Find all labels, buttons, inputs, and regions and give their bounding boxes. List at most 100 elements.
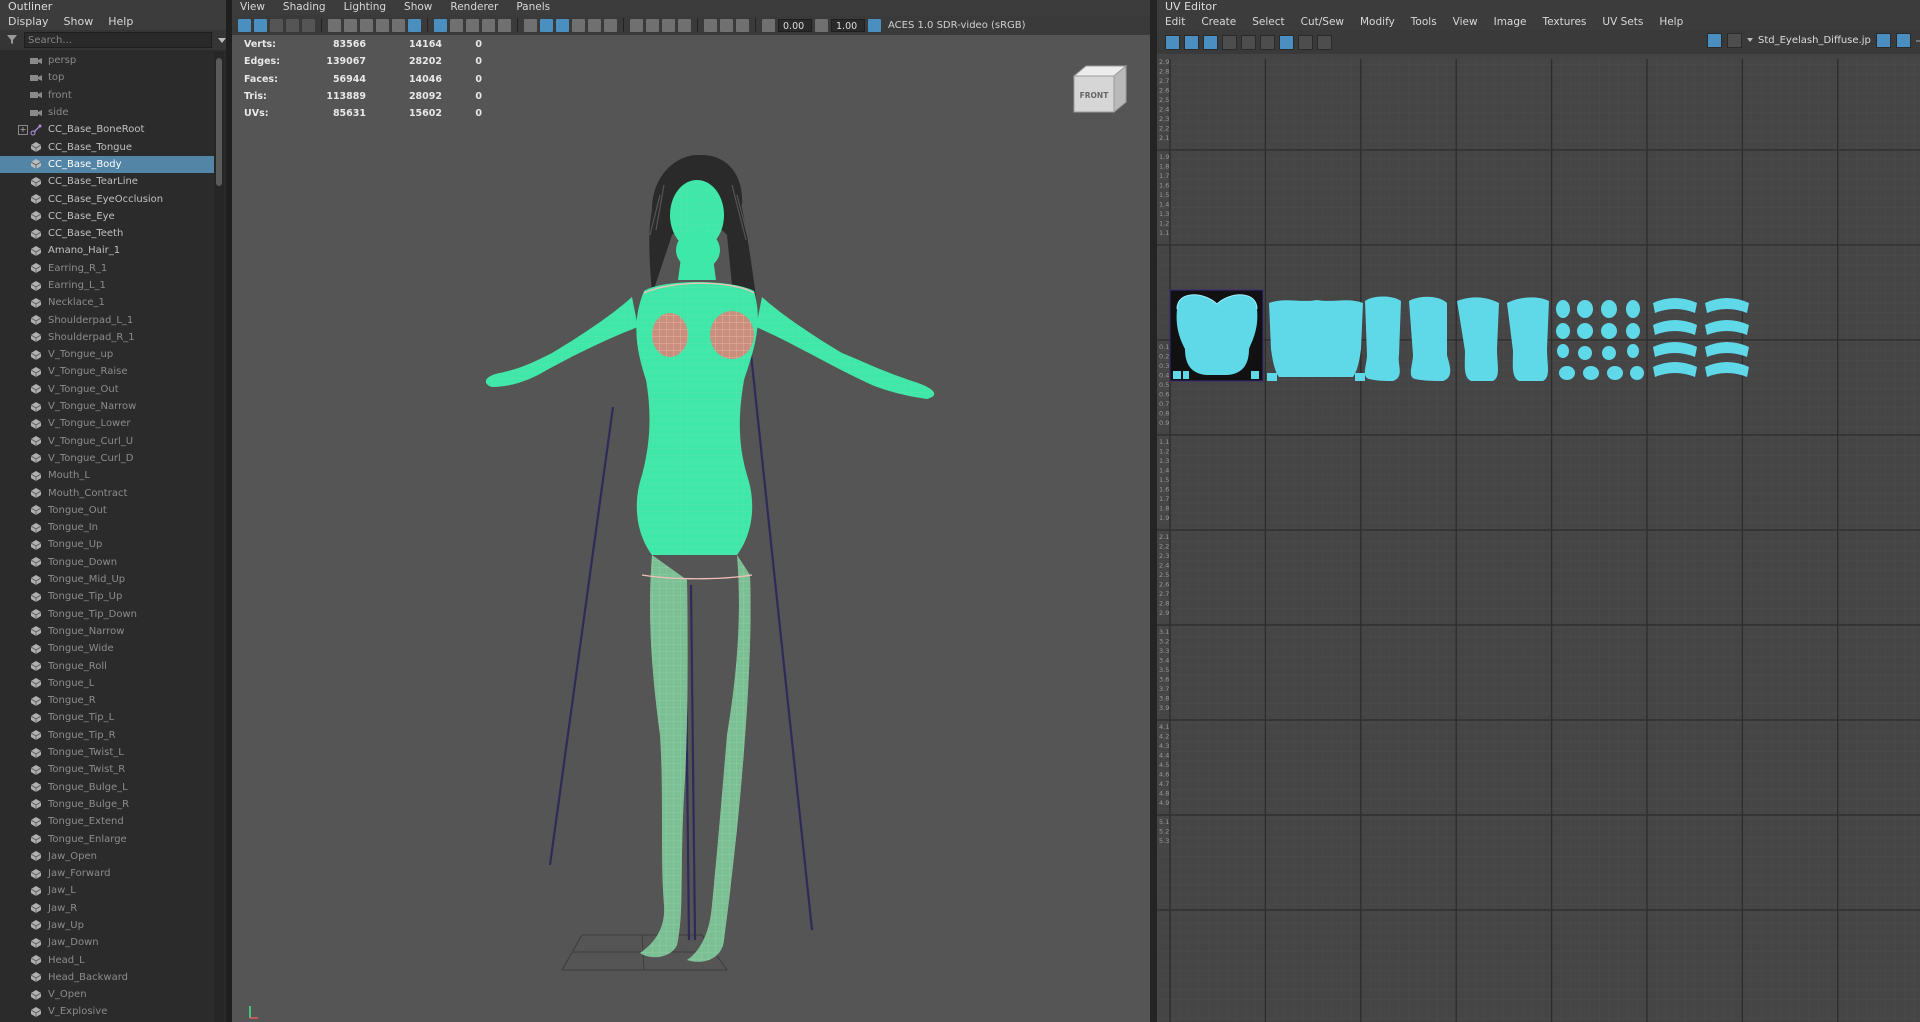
outliner-item[interactable]: side — [0, 104, 214, 121]
chevron-down-icon[interactable] — [1747, 38, 1753, 43]
outliner-item[interactable]: Tongue_Roll — [0, 657, 214, 674]
outliner-item[interactable]: Tongue_Up — [0, 536, 214, 553]
isolate-select-icon[interactable] — [704, 18, 717, 32]
outliner-item[interactable]: Tongue_Tip_Down — [0, 606, 214, 623]
outliner-item[interactable]: front — [0, 87, 214, 104]
uv-checker-icon[interactable] — [1222, 34, 1237, 50]
menu-view[interactable]: View — [240, 0, 265, 15]
outliner-item[interactable]: CC_Base_Eye — [0, 208, 214, 225]
camera-attributes-icon[interactable] — [254, 18, 267, 32]
outliner-item[interactable]: Head_L — [0, 951, 214, 968]
anti-aliasing-icon[interactable] — [662, 18, 675, 32]
color-management-icon[interactable] — [868, 18, 881, 32]
outliner-item[interactable]: Jaw_Down — [0, 934, 214, 951]
menu-panels[interactable]: Panels — [516, 0, 550, 15]
uv-menu-uv-sets[interactable]: UV Sets — [1602, 14, 1643, 30]
wireframe-icon[interactable] — [434, 18, 447, 32]
outliner-item[interactable]: Necklace_1 — [0, 294, 214, 311]
uv-canvas[interactable]: 2.92.82.72.62.52.42.32.22.11.91.81.71.61… — [1157, 59, 1920, 1022]
panel-splitter[interactable] — [1150, 0, 1157, 1022]
outliner-item[interactable]: Tongue_R — [0, 692, 214, 709]
uv-menu-image[interactable]: Image — [1494, 14, 1527, 30]
xray-joints-icon[interactable] — [720, 18, 733, 32]
outliner-item[interactable]: V_Explosive — [0, 1003, 214, 1020]
uv-menu-modify[interactable]: Modify — [1360, 14, 1395, 30]
uv-color-icon[interactable] — [1895, 33, 1911, 48]
outliner-item[interactable]: Mouth_L — [0, 467, 214, 484]
uv-menu-select[interactable]: Select — [1252, 14, 1284, 30]
outliner-item[interactable]: Jaw_R — [0, 900, 214, 917]
outliner-item[interactable]: Tongue_Down — [0, 554, 214, 571]
shadows-icon[interactable] — [604, 18, 617, 32]
outliner-item[interactable]: V_Open — [0, 986, 214, 1003]
uv-shaded-icon[interactable] — [1184, 34, 1199, 50]
outliner-item[interactable]: Jaw_Open — [0, 848, 214, 865]
outliner-item[interactable]: Shoulderpad_R_1 — [0, 329, 214, 346]
outliner-item[interactable]: Tongue_Narrow — [0, 623, 214, 640]
scrollbar-thumb[interactable] — [216, 58, 222, 186]
outliner-item[interactable]: top — [0, 69, 214, 86]
outliner-item[interactable]: Tongue_Bulge_L — [0, 778, 214, 795]
outliner-item[interactable]: Amano_Hair_1 — [0, 242, 214, 259]
outliner-item[interactable]: Tongue_Twist_R — [0, 761, 214, 778]
select-camera-icon[interactable] — [238, 18, 251, 32]
outliner-scrollbar[interactable] — [214, 52, 224, 1022]
xray-active-icon[interactable] — [736, 18, 749, 32]
outliner-item[interactable]: Tongue_Extend — [0, 813, 214, 830]
textured-icon[interactable] — [572, 18, 585, 32]
field-chart-icon[interactable] — [408, 18, 421, 32]
use-lights-icon[interactable] — [588, 18, 601, 32]
uv-snapshot-icon[interactable] — [1317, 34, 1332, 50]
texture-name[interactable]: Std_Eyelash_Diffuse.jp — [1758, 35, 1871, 46]
image-plane-icon[interactable] — [286, 18, 299, 32]
grease-pencil-icon[interactable] — [328, 18, 341, 32]
outliner-item[interactable]: Tongue_Twist_L — [0, 744, 214, 761]
uv-grid-icon[interactable] — [1165, 34, 1180, 50]
menu-display[interactable]: Display — [8, 14, 49, 30]
uv-menu-textures[interactable]: Textures — [1542, 14, 1586, 30]
resolution-gate-icon[interactable] — [376, 18, 389, 32]
uv-texture-tiling-icon[interactable] — [1875, 33, 1891, 48]
exposure-icon[interactable] — [762, 18, 775, 32]
motion-blur-icon[interactable] — [646, 18, 659, 32]
uv-dim-image-icon[interactable] — [1298, 34, 1313, 50]
outliner-search-input[interactable] — [24, 32, 212, 48]
uv-menu-view[interactable]: View — [1453, 14, 1478, 30]
outliner-item[interactable]: V_Tongue_Curl_D — [0, 450, 214, 467]
expand-toggle-icon[interactable]: + — [18, 125, 28, 136]
outliner-item[interactable]: Jaw_L — [0, 882, 214, 899]
xray-icon[interactable] — [498, 18, 511, 32]
outliner-item[interactable]: V_Tongue_Raise — [0, 363, 214, 380]
grid-icon[interactable] — [344, 18, 357, 32]
gamma-field[interactable]: 1.00 — [831, 18, 865, 32]
exposure-field[interactable]: 0.00 — [778, 18, 812, 32]
smooth-shade-icon[interactable] — [540, 18, 553, 32]
menu-help[interactable]: Help — [108, 14, 133, 30]
film-gate-icon[interactable] — [360, 18, 373, 32]
wireframe-on-shaded-icon[interactable] — [556, 18, 569, 32]
outliner-item[interactable]: Jaw_Forward — [0, 865, 214, 882]
outliner-item[interactable]: Tongue_Out — [0, 502, 214, 519]
outliner-item[interactable]: Mouth_Contract — [0, 484, 214, 501]
safe-title-icon[interactable] — [466, 18, 479, 32]
uv-display-grid-icon[interactable] — [1279, 34, 1294, 50]
outliner-item[interactable]: Tongue_L — [0, 675, 214, 692]
outliner-item[interactable]: Tongue_Tip_L — [0, 709, 214, 726]
uv-menu-help[interactable]: Help — [1659, 14, 1683, 30]
uv-menu-edit[interactable]: Edit — [1165, 14, 1185, 30]
viewport-panel[interactable]: View Shading Lighting Show Renderer Pane… — [232, 0, 1150, 1022]
outliner-item[interactable]: Tongue_Enlarge — [0, 830, 214, 847]
view-transform-label[interactable]: ACES 1.0 SDR-video (sRGB) — [884, 20, 1026, 31]
uv-border-icon[interactable] — [1241, 34, 1256, 50]
menu-renderer[interactable]: Renderer — [450, 0, 498, 15]
outliner-item[interactable]: + CC_Base_BoneRoot — [0, 121, 214, 138]
outliner-item[interactable]: Jaw_Up — [0, 917, 214, 934]
outliner-item[interactable]: Earring_L_1 — [0, 277, 214, 294]
uv-menu-tools[interactable]: Tools — [1411, 14, 1437, 30]
uv-menu-create[interactable]: Create — [1201, 14, 1236, 30]
outliner-item[interactable]: Earring_R_1 — [0, 260, 214, 277]
outliner-item[interactable]: Tongue_Wide — [0, 640, 214, 657]
outliner-item[interactable]: V_Tongue_Curl_U — [0, 433, 214, 450]
outliner-item[interactable]: CC_Base_Tongue — [0, 138, 214, 155]
outliner-item[interactable]: persp — [0, 52, 214, 69]
